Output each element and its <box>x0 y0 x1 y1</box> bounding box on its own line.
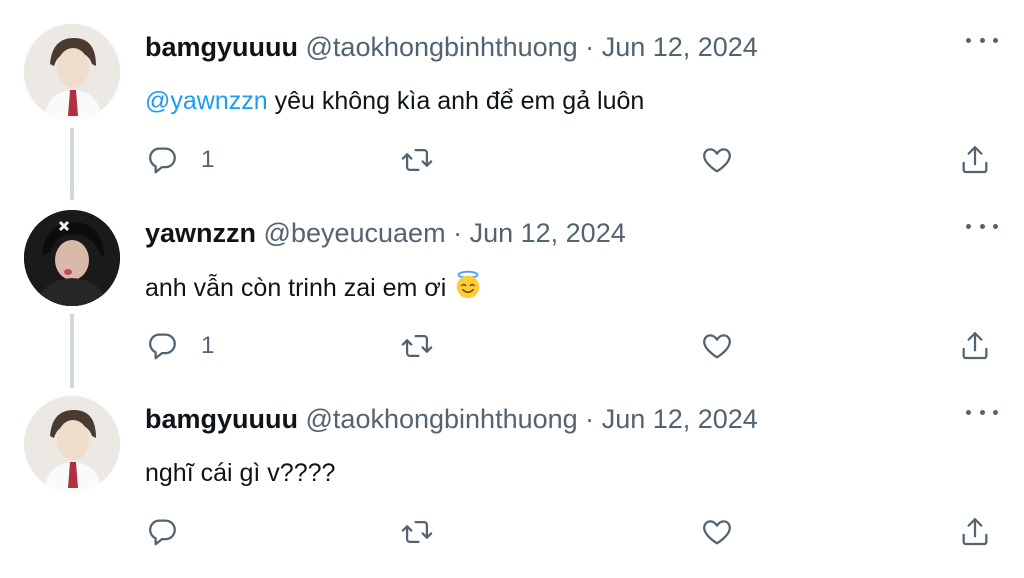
tweet-text: @yawnzzn yêu không kìa anh để em gả luôn <box>145 84 644 118</box>
heart-icon <box>703 520 731 545</box>
reply-button[interactable]: 1 <box>145 140 214 180</box>
tweet-body: yêu không kìa anh để em gả luôn <box>267 87 645 115</box>
avatar-image <box>24 24 120 120</box>
reply-icon <box>149 147 176 174</box>
tweet-body: anh vẫn còn trinh zai em ơi <box>145 274 447 302</box>
heart-icon <box>703 148 731 173</box>
share-icon <box>962 146 988 174</box>
more-icon[interactable] <box>966 30 998 50</box>
reply-button[interactable]: 1 <box>145 326 214 366</box>
retweet-button[interactable] <box>400 326 434 366</box>
avatar[interactable] <box>24 24 120 120</box>
timestamp[interactable]: Jun 12, 2024 <box>470 218 626 248</box>
display-name[interactable]: bamgyuuuu <box>145 32 298 62</box>
reply-count: 1 <box>201 332 215 359</box>
heart-icon <box>703 334 731 359</box>
share-button[interactable] <box>958 140 992 180</box>
share-button[interactable] <box>958 512 992 552</box>
avatar[interactable] <box>24 396 120 492</box>
like-button[interactable] <box>700 326 734 366</box>
timestamp[interactable]: Jun 12, 2024 <box>602 404 758 434</box>
user-handle[interactable]: @taokhongbinhthuong <box>306 404 578 434</box>
like-button[interactable] <box>700 140 734 180</box>
retweet-button[interactable] <box>400 512 434 552</box>
like-button[interactable] <box>700 512 734 552</box>
display-name[interactable]: yawnzzn <box>145 218 256 248</box>
retweet-icon <box>401 334 433 358</box>
tweet[interactable]: yawnzzn @beyeucuaem · Jun 12, 2024 anh v… <box>0 186 1024 376</box>
reply-icon <box>149 333 176 360</box>
avatar-image <box>24 396 120 492</box>
share-button[interactable] <box>958 326 992 366</box>
tweet[interactable]: bamgyuuuu @taokhongbinhthuong · Jun 12, … <box>0 372 1024 578</box>
share-icon <box>962 332 988 360</box>
user-handle[interactable]: @beyeucuaem <box>264 218 446 248</box>
tweet-text: nghĩ cái gì v???? <box>145 456 335 490</box>
tweet[interactable]: bamgyuuuu @taokhongbinhthuong · Jun 12, … <box>0 0 1024 190</box>
separator: · <box>585 404 595 434</box>
action-bar: 1 <box>145 140 1000 180</box>
more-icon[interactable] <box>966 402 998 422</box>
action-bar: 1 <box>145 326 1000 366</box>
mention-link[interactable]: @yawnzzn <box>145 87 268 115</box>
tweet-header: bamgyuuuu @taokhongbinhthuong · Jun 12, … <box>145 30 758 64</box>
action-bar <box>145 512 1000 552</box>
display-name[interactable]: bamgyuuuu <box>145 404 298 434</box>
retweet-icon <box>401 520 433 544</box>
tweet-body: nghĩ cái gì v???? <box>145 459 336 487</box>
more-icon[interactable] <box>966 216 998 236</box>
separator: · <box>453 218 463 248</box>
smiling-face-with-halo-icon <box>456 270 480 299</box>
reply-icon <box>149 519 176 546</box>
reply-button[interactable] <box>145 512 201 552</box>
tweet-text: anh vẫn còn trinh zai em ơi <box>145 270 483 305</box>
tweet-header: yawnzzn @beyeucuaem · Jun 12, 2024 <box>145 216 626 250</box>
avatar-image <box>24 210 120 306</box>
tweet-header: bamgyuuuu @taokhongbinhthuong · Jun 12, … <box>145 402 758 436</box>
reply-count: 1 <box>201 146 215 173</box>
retweet-icon <box>401 148 433 172</box>
retweet-button[interactable] <box>400 140 434 180</box>
timestamp[interactable]: Jun 12, 2024 <box>602 32 758 62</box>
avatar[interactable] <box>24 210 120 306</box>
share-icon <box>962 518 988 546</box>
separator: · <box>585 32 595 62</box>
user-handle[interactable]: @taokhongbinhthuong <box>306 32 578 62</box>
